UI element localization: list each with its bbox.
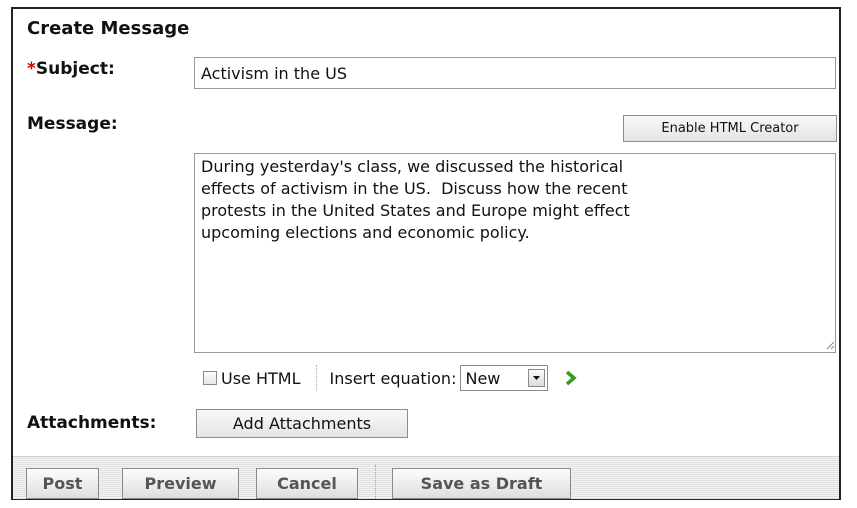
equation-select[interactable]: New <box>460 365 549 391</box>
subject-input[interactable] <box>194 57 836 89</box>
equation-select-value: New <box>465 368 501 388</box>
required-marker: * <box>27 59 36 79</box>
attachments-label: Attachments: <box>27 413 157 433</box>
green-chevron-right-icon[interactable] <box>560 367 582 389</box>
use-html-checkbox[interactable] <box>203 371 217 385</box>
message-textarea[interactable] <box>194 153 836 353</box>
divider <box>315 365 318 391</box>
add-attachments-button[interactable]: Add Attachments <box>196 409 408 438</box>
use-html-label: Use HTML <box>221 368 301 388</box>
cancel-button[interactable]: Cancel <box>256 468 358 499</box>
subject-label-text: Subject: <box>35 59 115 79</box>
dropdown-arrow-icon[interactable] <box>528 369 546 387</box>
subject-label: *Subject: <box>27 59 115 79</box>
page-title: Create Message <box>27 18 190 39</box>
footer-divider <box>375 465 377 499</box>
enable-html-creator-button[interactable]: Enable HTML Creator <box>623 115 837 142</box>
save-as-draft-button[interactable]: Save as Draft <box>392 468 571 499</box>
post-button[interactable]: Post <box>26 468 99 499</box>
message-label: Message: <box>27 114 118 134</box>
insert-equation-label: Insert equation: <box>329 368 457 388</box>
preview-button[interactable]: Preview <box>122 468 239 499</box>
message-tools: Use HTML Insert equation: New <box>203 364 582 392</box>
resize-grip-icon[interactable] <box>826 341 835 350</box>
